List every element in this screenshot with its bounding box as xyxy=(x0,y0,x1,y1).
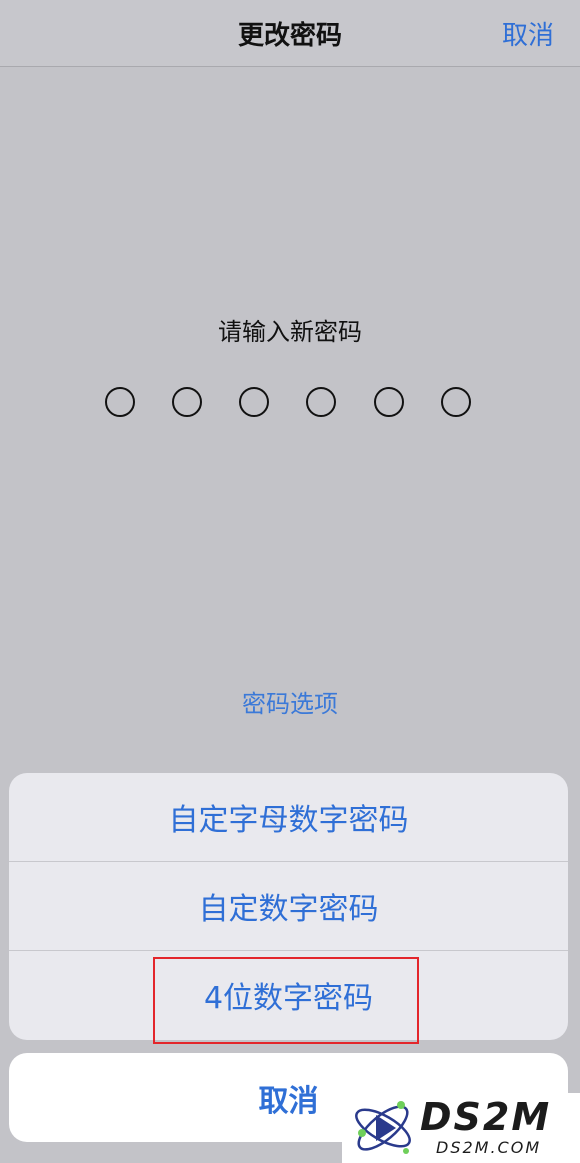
highlight-box xyxy=(153,957,419,1044)
watermark: DS2M DS2M.COM xyxy=(342,1093,580,1163)
nav-cancel-button[interactable]: 取消 xyxy=(502,15,554,52)
page-title: 更改密码 xyxy=(237,21,342,51)
watermark-logo-text: DS2M xyxy=(420,1095,552,1139)
navigation-bar: 更改密码 取消 xyxy=(0,0,580,67)
passcode-dot xyxy=(306,387,336,417)
atom-logo-icon xyxy=(355,1101,411,1154)
passcode-options-link[interactable]: 密码选项 xyxy=(0,684,580,719)
passcode-prompt: 请输入新密码 xyxy=(218,318,362,346)
option-custom-numeric[interactable]: 自定数字密码 xyxy=(9,862,568,950)
passcode-dot xyxy=(105,387,135,417)
option-custom-alphanumeric[interactable]: 自定字母数字密码 xyxy=(9,773,568,861)
passcode-dots xyxy=(0,387,580,419)
passcode-dot xyxy=(239,387,269,417)
watermark-url: DS2M.COM xyxy=(436,1138,542,1157)
passcode-dot xyxy=(374,387,404,417)
passcode-dot xyxy=(172,387,202,417)
passcode-dot xyxy=(441,387,471,417)
